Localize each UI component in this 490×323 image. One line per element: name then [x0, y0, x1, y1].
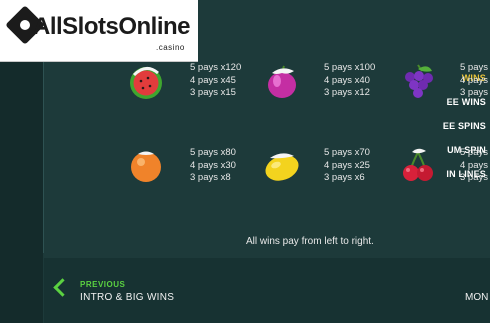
logo-subtext: .casino [156, 43, 185, 52]
paytable-entry: 5 pays x100 4 pays x40 3 pays x12 [324, 62, 376, 98]
paytable-entry: 5 pays x70 4 pays x25 3 pays x6 [324, 147, 370, 183]
lemon-icon [265, 153, 299, 181]
menu-item-free-spins[interactable]: EE SPINS [443, 121, 486, 131]
logo-text: AllSlotsOnline [33, 13, 191, 40]
cherries-icon [403, 148, 433, 181]
paytable-entry: 5 pays x80 4 pays x30 3 pays x8 [190, 147, 236, 183]
paytable-entry: 5 pays 4 pays 3 pays [460, 62, 488, 98]
previous-label[interactable]: PREVIOUS [80, 280, 125, 289]
grapes-icon [405, 64, 433, 98]
site-logo: AllSlotsOnline .casino [0, 0, 198, 62]
paytable-note: All wins pay from left to right. [246, 236, 374, 247]
plum-icon [268, 65, 296, 98]
paytable-entry: 5 pays 4 pays 3 pays [460, 147, 488, 183]
next-page-link[interactable]: MON [465, 292, 488, 303]
previous-page-link[interactable]: INTRO & BIG WINS [80, 292, 174, 303]
watermelon-icon [130, 67, 162, 99]
footer-nav [44, 258, 490, 323]
paytable-entry: 5 pays x120 4 pays x45 3 pays x15 [190, 62, 242, 98]
orange-icon [131, 151, 161, 182]
